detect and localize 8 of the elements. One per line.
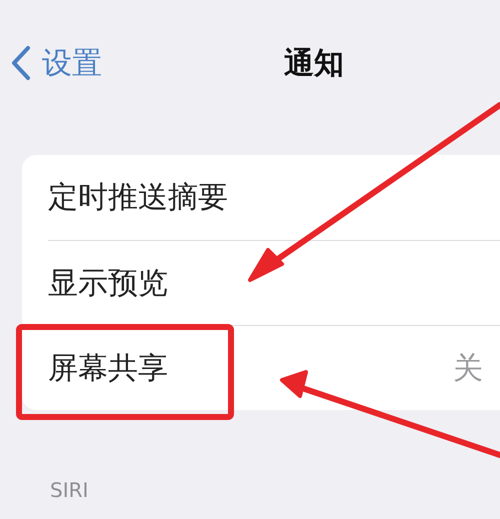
setting-value: 关 [453,350,483,388]
setting-label[interactable]: 定时推送摘要 [48,175,228,220]
section-header: SIRI [50,477,90,504]
setting-label[interactable]: 显示预览 [48,260,168,306]
back-button[interactable]: 设置 [10,40,102,86]
page-title: 通知 [284,44,344,82]
back-chevron-icon [10,45,32,81]
setting-label[interactable]: 屏幕共享 [48,346,168,390]
